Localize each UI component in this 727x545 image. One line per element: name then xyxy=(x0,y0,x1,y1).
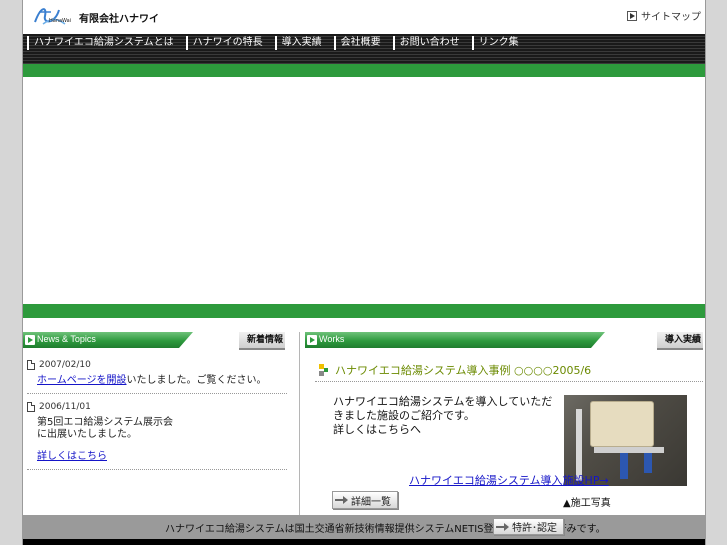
works-title-text: ハナワイエコ給湯システム導入事例 ○○○○2005/6 xyxy=(335,364,592,377)
logo-text: HanaWai xyxy=(49,18,72,24)
news-link[interactable]: ホームページを開設 xyxy=(37,375,127,386)
news-header-title: News & Topics xyxy=(37,334,96,344)
works-desc-more: 詳しくはこちらへ xyxy=(333,423,421,436)
sitemap-label: サイトマップ xyxy=(641,12,701,23)
dotted-divider xyxy=(315,381,703,382)
hero-area xyxy=(23,77,705,304)
news-section-header: News & Topics 新着情報 xyxy=(23,332,285,350)
column-divider xyxy=(299,332,300,515)
works-description: ハナワイエコ給湯システムを導入していただきました施設のご紹介です。 詳しくはこち… xyxy=(333,395,561,437)
news-date: 2007/02/10 xyxy=(39,360,91,370)
works-section-header: Works 導入実績 xyxy=(305,332,703,350)
company-name: 有限会社ハナワイ xyxy=(79,14,159,25)
nav-item-contact[interactable]: お問い合わせ xyxy=(392,36,466,50)
works-header-jp: 導入実績 xyxy=(656,332,703,350)
nav-item-company[interactable]: 会社概要 xyxy=(333,36,387,50)
global-nav: ハナワイエコ給湯システムとは ハナワイの特長 導入実績 会社概要 お問い合わせ … xyxy=(23,34,705,64)
footer-bar: ハナワイエコ給湯システムは国土交通省新技術情報提供システムNETIS登録・ 特許… xyxy=(23,515,705,539)
arrow-right-icon xyxy=(25,335,35,345)
news-text: 第5回エコ給湯システム展示会に出展いたしました。 xyxy=(37,417,174,440)
footer-black-bar xyxy=(23,539,705,545)
nav-item-links[interactable]: リンク集 xyxy=(471,36,525,50)
patent-button[interactable]: 特許･認定 xyxy=(493,518,564,535)
details-list-label: 詳細一覧 xyxy=(351,496,391,508)
arrow-right-icon xyxy=(496,522,510,531)
works-desc-text: ハナワイエコ給湯システムを導入していただきました施設のご紹介です。 xyxy=(333,395,553,422)
works-header-title: Works xyxy=(319,334,345,344)
nav-item-works[interactable]: 導入実績 xyxy=(274,36,328,50)
news-header-jp: 新着情報 xyxy=(238,332,285,350)
page-container: HanaWai 有限会社ハナワイ サイトマップ ハナワイエコ給湯システムとは ハ… xyxy=(22,0,706,545)
company-logo[interactable]: HanaWai xyxy=(33,4,73,26)
news-item: 2006/11/01 第5回エコ給湯システム展示会に出展いたしました。 詳しくは… xyxy=(27,402,287,470)
arrow-right-icon xyxy=(335,496,349,504)
news-text: いたしました。ご覧ください。 xyxy=(126,375,267,386)
nav-item-system[interactable]: ハナワイエコ給湯システムとは xyxy=(27,36,180,50)
arrow-right-icon xyxy=(307,335,317,345)
news-link[interactable]: 詳しくはこちら xyxy=(37,451,107,462)
play-arrow-icon xyxy=(627,10,637,21)
sitemap-link[interactable]: サイトマップ xyxy=(627,8,701,23)
nav-item-features[interactable]: ハナワイの特長 xyxy=(185,36,269,50)
works-hp-link[interactable]: ハナワイエコ給湯システム導入施設HP→ xyxy=(409,472,609,488)
news-date: 2006/11/01 xyxy=(39,402,91,412)
news-item: 2007/02/10 ホームページを開設いたしました。ご覧ください。 xyxy=(27,360,287,394)
news-list: 2007/02/10 ホームページを開設いたしました。ご覧ください。 2006/… xyxy=(27,352,287,476)
green-band-top xyxy=(23,64,705,77)
details-list-button[interactable]: 詳細一覧 xyxy=(332,491,398,509)
photo-caption: ▲施工写真 xyxy=(563,498,611,509)
document-icon xyxy=(27,402,35,412)
patent-label: 特許･認定 xyxy=(512,523,557,534)
works-title[interactable]: ハナワイエコ給湯システム導入事例 ○○○○2005/6 xyxy=(319,362,591,378)
document-icon xyxy=(27,360,35,370)
bullet-icon xyxy=(319,364,329,376)
green-band-bottom xyxy=(23,304,705,318)
